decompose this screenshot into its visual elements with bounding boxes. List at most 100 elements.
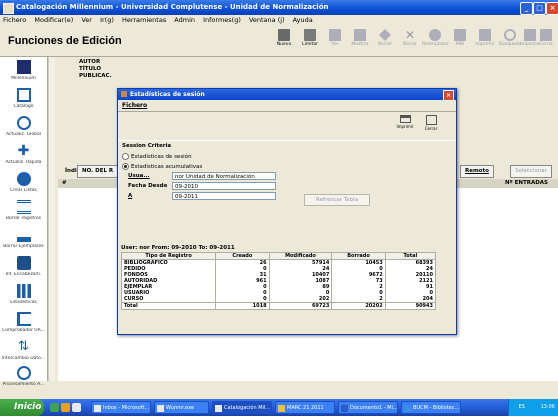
toolbar-label: Borrar bbox=[402, 42, 418, 47]
stats-header-row: Tipo de Registro Creado Modificado Borra… bbox=[120, 252, 437, 260]
close-icon bbox=[540, 29, 552, 41]
select-button[interactable]: Seleccionar bbox=[510, 165, 552, 178]
printer-icon bbox=[399, 115, 411, 123]
sidebar-label: Borrar registros bbox=[5, 216, 42, 221]
mbi-button[interactable]: MBI bbox=[447, 26, 473, 56]
grid-col-hash: # bbox=[62, 180, 67, 186]
language-indicator[interactable]: ES bbox=[519, 404, 525, 410]
task-label: Documento1 - Mi... bbox=[350, 405, 398, 411]
folder-icon bbox=[278, 405, 285, 412]
close-function-button[interactable]: Cerrar bbox=[535, 26, 557, 56]
start-button[interactable]: Inicio bbox=[0, 399, 44, 416]
window-title-bar[interactable]: Catalogación Millennium - Universidad Co… bbox=[0, 0, 558, 15]
quicklaunch-icon[interactable] bbox=[61, 403, 70, 412]
dialog-toolbar: Imprimir Cerrar bbox=[118, 111, 456, 141]
stats-total-row: Total 1018 69723 20202 90943 bbox=[120, 302, 437, 310]
delete-icon bbox=[379, 29, 391, 41]
sidebar-label: Borrar Ejemplares bbox=[3, 244, 44, 249]
task-label: Catalogación Mil... bbox=[224, 405, 271, 411]
user-label: Usua... bbox=[128, 173, 150, 179]
print-button[interactable]: Imprimir bbox=[472, 26, 498, 56]
dialog-app-icon bbox=[121, 91, 127, 97]
limit-button[interactable]: Limitar bbox=[297, 26, 323, 56]
menu-admin[interactable]: Admin bbox=[174, 16, 195, 24]
sidebar-label: Actualiz. Rápida bbox=[5, 160, 42, 165]
create-lists-icon bbox=[16, 172, 31, 186]
dialog-close-button[interactable]: × bbox=[443, 90, 454, 101]
session-statistics-dialog: Estadísticas de sesión × Fichero Imprimi… bbox=[117, 88, 457, 335]
stats-total-value: 20202 bbox=[331, 302, 386, 310]
close-window-button[interactable]: × bbox=[546, 2, 558, 15]
field-label-publicac: PUBLICAC. bbox=[79, 73, 112, 79]
clock[interactable]: 13:06 bbox=[541, 404, 555, 410]
dialog-menu-fichero[interactable]: Fichero bbox=[122, 102, 147, 109]
refresh-table-button[interactable]: Refrescar Tabla bbox=[304, 194, 370, 206]
delete-button[interactable]: Borrar bbox=[372, 26, 398, 56]
catalog-icon bbox=[16, 88, 31, 102]
task-documento1[interactable]: Documento1 - Mi... bbox=[338, 401, 398, 414]
view-button[interactable]: Ver bbox=[322, 26, 348, 56]
stats-total-label: Total bbox=[120, 302, 217, 310]
statistics-table: Tipo de Registro Creado Modificado Borra… bbox=[120, 252, 437, 310]
task-marc21[interactable]: MARC 21 2011 bbox=[275, 401, 335, 414]
dialog-print-button[interactable]: Imprimir bbox=[395, 115, 415, 129]
menu-modificar[interactable]: Modificar(e) bbox=[34, 16, 73, 24]
dialog-print-label: Imprimir bbox=[396, 124, 414, 129]
radio-cumulative-label: Estadísticas acumulativas bbox=[131, 164, 203, 170]
menu-ver[interactable]: Ver bbox=[81, 16, 92, 24]
task-inbox[interactable]: Inbox - Microsoft... bbox=[91, 401, 151, 414]
task-bucm[interactable]: BUCM - Bibliotec... bbox=[401, 401, 461, 414]
task-wunmr[interactable]: Wunmr.exe bbox=[154, 401, 209, 414]
date-to-label: A bbox=[128, 193, 133, 199]
minimize-button[interactable]: _ bbox=[520, 2, 533, 15]
user-input[interactable]: nor Unidad de Normalización bbox=[172, 172, 276, 180]
new-record-icon bbox=[278, 29, 290, 41]
stats-total-value: 69723 bbox=[268, 302, 333, 310]
toolbar-label: Ver bbox=[331, 42, 339, 47]
date-from-input[interactable]: 09-2010 bbox=[172, 182, 276, 190]
app-icon bbox=[157, 405, 164, 412]
browser-icon bbox=[404, 405, 411, 412]
menu-bar: Fichero Modificar(e) Ver Ir(g) Herramien… bbox=[0, 15, 558, 26]
sidebar-label: Procesamiento A... bbox=[2, 382, 45, 387]
sidebar-scrollbar[interactable] bbox=[48, 57, 55, 381]
menu-fichero[interactable]: Fichero bbox=[3, 16, 26, 24]
field-label-titulo: TÍTULO bbox=[79, 66, 101, 72]
task-label: Wunmr.exe bbox=[166, 405, 195, 411]
millennium-logo-icon bbox=[16, 60, 31, 74]
sidebar-item-procesamiento[interactable]: Procesamiento A... bbox=[0, 363, 47, 387]
radio-on-icon bbox=[122, 163, 129, 170]
toolbar-label: Reemplazar bbox=[422, 42, 449, 47]
dialog-close-action-button[interactable]: Cerrar bbox=[421, 115, 441, 131]
radio-session-label: Estadísticas de sesión bbox=[131, 154, 192, 160]
maximize-button[interactable]: □ bbox=[533, 2, 546, 15]
explorer-icon[interactable] bbox=[72, 403, 81, 412]
menu-ventana[interactable]: Ventana (j) bbox=[249, 16, 285, 24]
stats-total-value: 90943 bbox=[384, 302, 437, 310]
sidebar-label: Intercambio Dato... bbox=[1, 356, 46, 361]
menu-ir[interactable]: Ir(g) bbox=[100, 16, 114, 24]
index-select[interactable]: NO. DEL R bbox=[77, 165, 119, 178]
app-icon bbox=[3, 3, 14, 14]
toolbar-label: Cerrar bbox=[538, 42, 554, 47]
toolbar-label: Borrar bbox=[377, 42, 393, 47]
clear-button[interactable]: ✕ Borrar bbox=[397, 26, 423, 56]
sidebar-label: Millennium bbox=[11, 76, 36, 81]
replace-icon bbox=[429, 29, 441, 41]
radio-session-stats[interactable]: Estadísticas de sesión bbox=[122, 153, 192, 160]
new-button[interactable]: Nuevo bbox=[271, 26, 297, 56]
print-icon bbox=[479, 29, 491, 41]
radio-cumulative-stats[interactable]: Estadísticas acumulativas bbox=[122, 163, 202, 170]
menu-herramientas[interactable]: Herramientas bbox=[122, 16, 166, 24]
menu-informes[interactable]: Informes(g) bbox=[203, 16, 241, 24]
show-button[interactable]: Mostrar bbox=[347, 26, 373, 56]
date-to-input[interactable]: 09-2011 bbox=[172, 192, 276, 200]
task-catalogacion[interactable]: Catalogación Mil... bbox=[212, 401, 272, 414]
desktop-icon[interactable] bbox=[50, 403, 59, 412]
replace-button[interactable]: Reemplazar bbox=[422, 26, 449, 56]
menu-ayuda[interactable]: Ayuda bbox=[293, 16, 313, 24]
delete-records-icon bbox=[16, 200, 31, 214]
dialog-title-bar[interactable]: Estadísticas de sesión × bbox=[118, 89, 456, 101]
sidebar-label: Comprobador UR... bbox=[2, 328, 45, 333]
remote-button[interactable]: Remoto bbox=[460, 165, 494, 178]
